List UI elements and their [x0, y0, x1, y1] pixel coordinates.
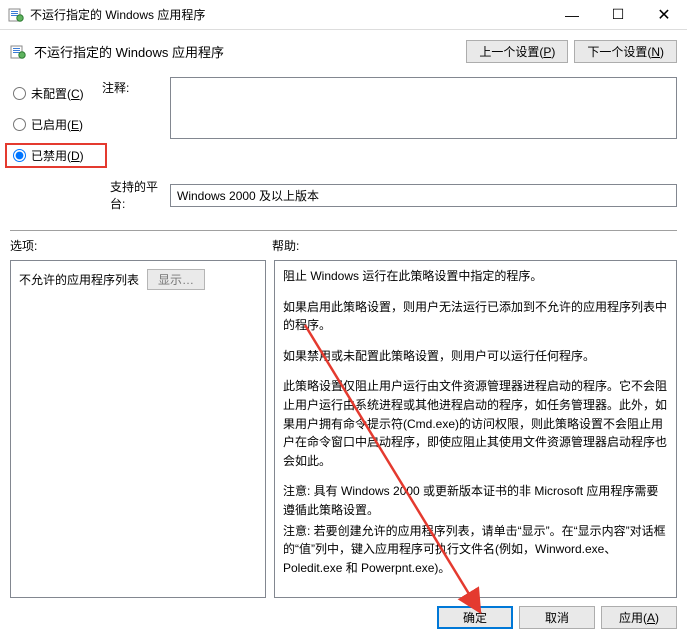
platform-label: 支持的平台:	[10, 178, 170, 212]
next-setting-button[interactable]: 下一个设置(N)	[574, 40, 677, 63]
window-title: 不运行指定的 Windows 应用程序	[30, 6, 549, 23]
apply-button[interactable]: 应用(A)	[601, 606, 677, 629]
previous-setting-button[interactable]: 上一个设置(P)	[466, 40, 568, 63]
policy-icon	[8, 7, 24, 23]
state-radios: 未配置(C) 已启用(E) 已禁用(D)	[10, 77, 102, 166]
radio-not-configured-input[interactable]	[13, 87, 26, 100]
platform-box: Windows 2000 及以上版本	[170, 184, 677, 207]
footer: 确定 取消 应用(A)	[0, 598, 687, 637]
help-p5: 注意: 具有 Windows 2000 或更新版本证书的非 Microsoft …	[283, 482, 668, 519]
highlight-disabled: 已禁用(D)	[5, 143, 107, 168]
radio-enabled-label: 已启用(E)	[31, 116, 83, 133]
comment-textarea[interactable]	[170, 77, 677, 139]
policy-title: 不运行指定的 Windows 应用程序	[34, 42, 460, 61]
help-p1: 阻止 Windows 运行在此策略设置中指定的程序。	[283, 267, 668, 286]
disallowed-list-label: 不允许的应用程序列表	[19, 271, 139, 288]
help-p2: 如果启用此策略设置，则用户无法运行已添加到不允许的应用程序列表中的程序。	[283, 298, 668, 335]
policy-icon	[10, 44, 26, 60]
titlebar: 不运行指定的 Windows 应用程序 — ☐ ✕	[0, 0, 687, 30]
help-label: 帮助:	[272, 237, 677, 254]
minimize-button[interactable]: —	[549, 0, 595, 30]
help-panel[interactable]: 阻止 Windows 运行在此策略设置中指定的程序。 如果启用此策略设置，则用户…	[274, 260, 677, 598]
cancel-button[interactable]: 取消	[519, 606, 595, 629]
comment-label: 注释:	[102, 79, 170, 96]
radio-enabled-input[interactable]	[13, 118, 26, 131]
ok-button[interactable]: 确定	[437, 606, 513, 629]
platform-text: Windows 2000 及以上版本	[177, 187, 319, 204]
radio-not-configured-label: 未配置(C)	[31, 85, 84, 102]
radio-not-configured[interactable]: 未配置(C)	[10, 83, 102, 104]
maximize-button[interactable]: ☐	[595, 0, 641, 30]
radio-disabled-label: 已禁用(D)	[31, 147, 84, 164]
options-panel: 不允许的应用程序列表 显示…	[10, 260, 266, 598]
help-p3: 如果禁用或未配置此策略设置，则用户可以运行任何程序。	[283, 347, 668, 366]
close-button[interactable]: ✕	[641, 0, 687, 30]
help-p4: 此策略设置仅阻止用户运行由文件资源管理器进程启动的程序。它不会阻止用户运行由系统…	[283, 377, 668, 470]
radio-disabled[interactable]: 已禁用(D)	[10, 145, 102, 166]
options-label: 选项:	[10, 237, 272, 254]
show-button: 显示…	[147, 269, 205, 290]
header: 不运行指定的 Windows 应用程序 上一个设置(P) 下一个设置(N)	[0, 30, 687, 71]
divider	[10, 230, 677, 231]
radio-enabled[interactable]: 已启用(E)	[10, 114, 102, 135]
help-p6: 注意: 若要创建允许的应用程序列表，请单击“显示”。在“显示内容”对话框的“值”…	[283, 522, 668, 578]
radio-disabled-input[interactable]	[13, 149, 26, 162]
